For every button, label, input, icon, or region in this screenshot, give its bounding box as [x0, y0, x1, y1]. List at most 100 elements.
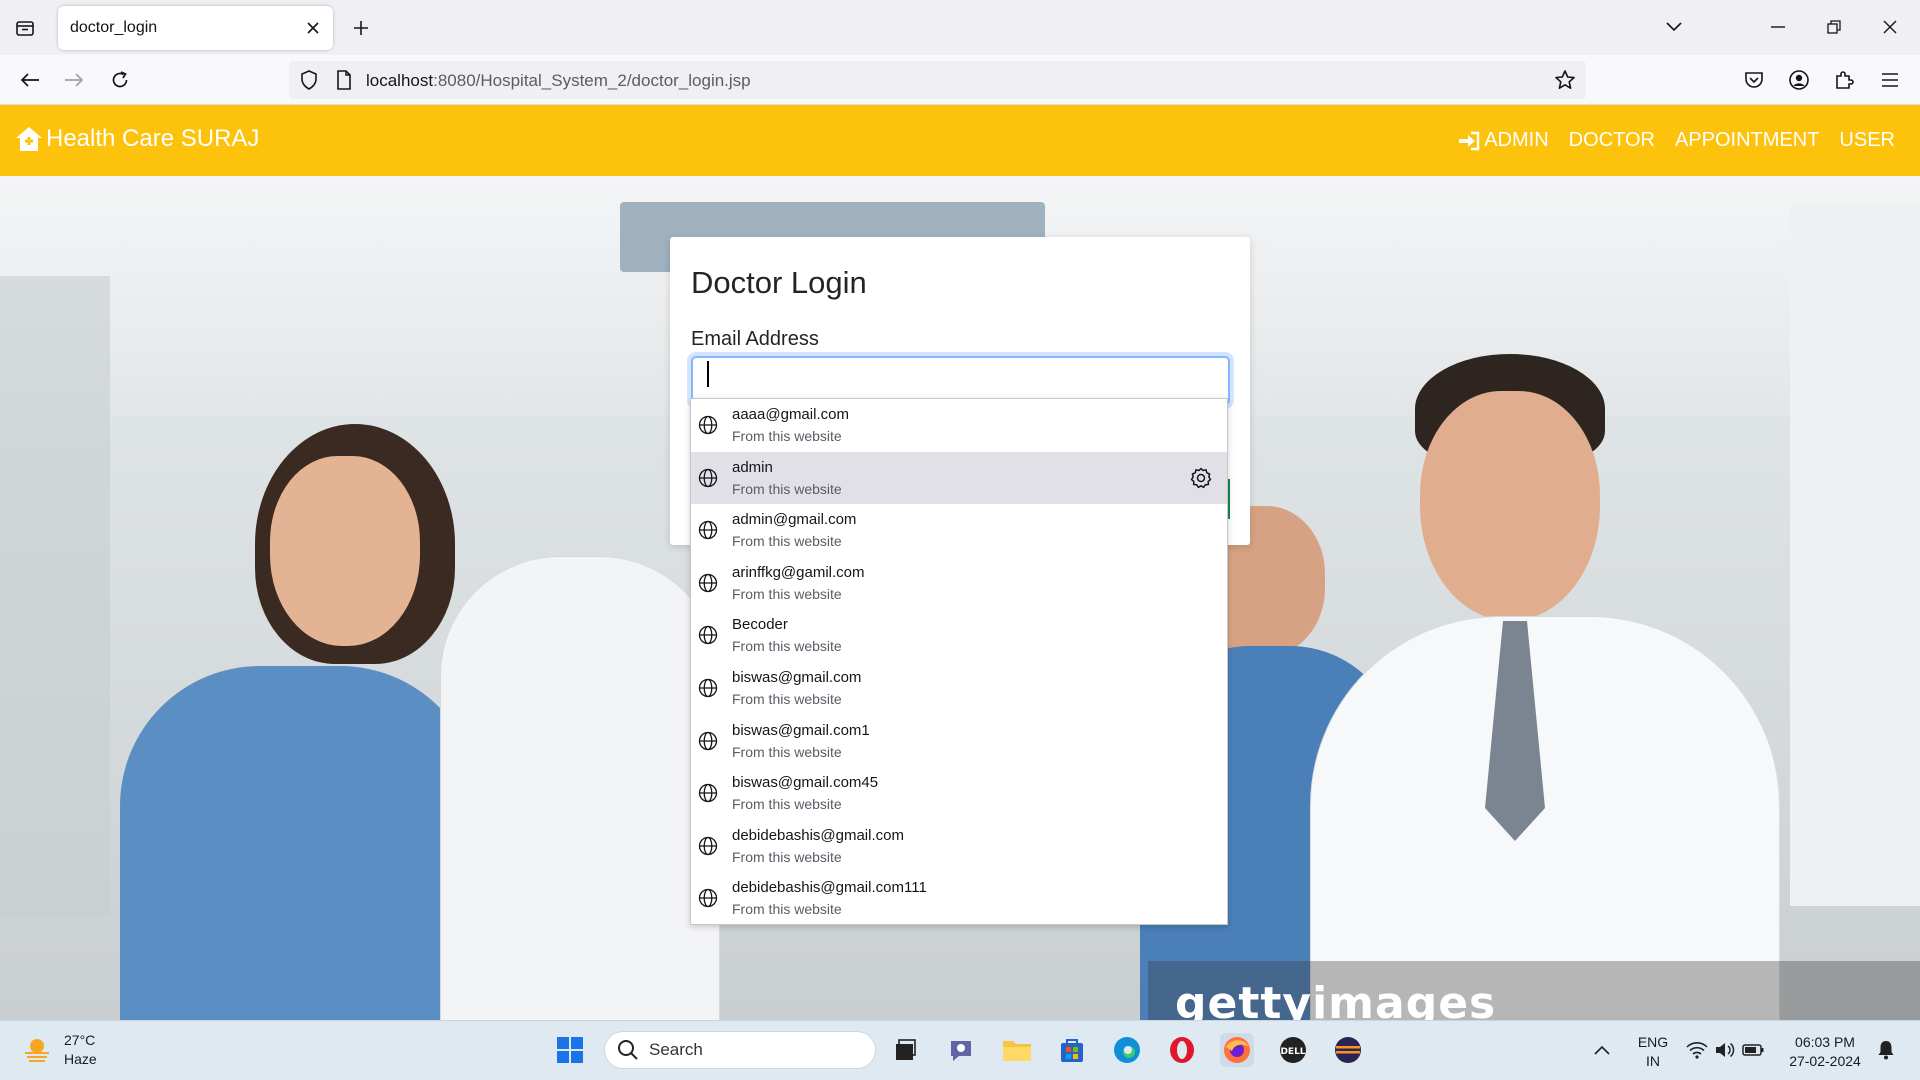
sign-in-icon — [1459, 131, 1480, 150]
haze-weather-icon — [25, 1039, 49, 1062]
taskbar-search[interactable]: Search — [604, 1031, 876, 1069]
autocomplete-source: From this website — [732, 690, 842, 707]
site-nav: ADMIN DOCTOR APPOINTMENT USER — [1458, 129, 1895, 152]
globe-icon — [698, 468, 718, 487]
notification-bell-icon[interactable] — [1869, 1033, 1903, 1067]
globe-icon — [698, 626, 718, 645]
close-tab-icon[interactable] — [301, 16, 325, 40]
system-tray[interactable] — [1680, 1033, 1770, 1067]
autocomplete-item[interactable]: debidebashis@gmail.com From this website — [691, 820, 1227, 873]
temperature: 27°C — [64, 1032, 96, 1048]
browser-tab[interactable]: doctor_login — [58, 6, 333, 50]
nav-admin-label: ADMIN — [1484, 129, 1549, 151]
language-indicator[interactable]: ENG IN — [1633, 1033, 1673, 1071]
autocomplete-value: aaaa@gmail.com — [732, 406, 849, 423]
language-code: ENG — [1637, 1034, 1669, 1050]
svg-text:DELL: DELL — [1280, 1047, 1305, 1057]
firefox-icon[interactable] — [1220, 1033, 1254, 1067]
shield-icon[interactable] — [297, 68, 321, 92]
brand-name: Health Care SURAJ — [46, 125, 260, 152]
nav-appointment[interactable]: APPOINTMENT — [1675, 129, 1819, 152]
autocomplete-item[interactable]: aaaa@gmail.com From this website — [691, 399, 1227, 452]
eclipse-ide-icon[interactable] — [1331, 1033, 1365, 1067]
task-view-icon[interactable] — [888, 1033, 922, 1067]
person-coat — [1310, 616, 1780, 1020]
globe-icon — [698, 836, 718, 855]
brand-link[interactable]: Health Care SURAJ — [14, 125, 259, 153]
autocomplete-item[interactable]: Becoder From this website — [691, 609, 1227, 662]
menu-icon[interactable] — [1874, 64, 1906, 96]
autocomplete-item[interactable]: biswas@gmail.com From this website — [691, 662, 1227, 715]
autocomplete-value: biswas@gmail.com1 — [732, 721, 870, 739]
page-content: Health Care SURAJ ADMIN DOCTOR APPOINTME… — [0, 105, 1920, 1020]
autocomplete-source: From this website — [732, 743, 842, 760]
login-title: Doctor Login — [691, 265, 867, 300]
account-icon[interactable] — [1783, 64, 1815, 96]
taskbar: 27°C Haze Search DELL ENG IN 06:03 PM 27… — [0, 1020, 1920, 1080]
edge-browser-icon[interactable] — [1110, 1033, 1144, 1067]
extensions-icon[interactable] — [1828, 64, 1860, 96]
autocomplete-item[interactable]: arinffkg@gamil.com From this website — [691, 557, 1227, 610]
url-path: :8080/Hospital_System_2/doctor_login.jsp — [433, 71, 751, 90]
right-window — [1790, 206, 1920, 906]
forward-icon[interactable] — [58, 64, 90, 96]
microsoft-store-icon[interactable] — [1055, 1033, 1089, 1067]
person-face — [1420, 391, 1600, 621]
autocomplete-item[interactable]: admin From this website — [691, 451, 1227, 505]
autocomplete-source: From this website — [732, 533, 842, 550]
region-code: IN — [1646, 1053, 1660, 1069]
clock-date: 27-02-2024 — [1789, 1053, 1861, 1069]
person-face — [270, 456, 420, 646]
globe-icon — [698, 784, 718, 803]
globe-icon — [698, 731, 718, 750]
chevron-down-icon[interactable] — [1658, 12, 1690, 42]
email-label: Email Address — [691, 328, 819, 350]
autocomplete-value: admin@gmail.com — [732, 511, 857, 529]
back-icon[interactable] — [14, 64, 46, 96]
autocomplete-item[interactable]: biswas@gmail.com1 From this website — [691, 715, 1227, 768]
left-wall — [0, 276, 110, 916]
search-label: Search — [649, 1040, 703, 1059]
gear-icon[interactable] — [1189, 466, 1213, 490]
weather-widget[interactable]: 27°C Haze — [22, 1031, 97, 1069]
globe-icon — [698, 415, 718, 435]
browser-tab-bar: doctor_login — [0, 0, 1920, 55]
reload-icon[interactable] — [104, 64, 136, 96]
bookmark-star-icon[interactable] — [1553, 68, 1577, 92]
chevron-up-icon[interactable] — [1585, 1033, 1619, 1067]
nav-user[interactable]: USER — [1839, 129, 1895, 152]
autocomplete-value: debidebashis@gmail.com111 — [732, 879, 927, 897]
autocomplete-item[interactable]: admin@gmail.com From this website — [691, 504, 1227, 557]
windows-start-icon[interactable] — [553, 1033, 587, 1067]
pocket-icon[interactable] — [1738, 64, 1770, 96]
autocomplete-source: From this website — [732, 428, 842, 444]
close-window-icon[interactable] — [1874, 12, 1906, 42]
search-icon — [618, 1040, 638, 1060]
restore-icon[interactable] — [1818, 12, 1850, 42]
clock[interactable]: 06:03 PM 27-02-2024 — [1782, 1033, 1868, 1071]
autocomplete-item[interactable]: biswas@gmail.com45 From this website — [691, 767, 1227, 820]
globe-icon — [698, 678, 718, 698]
autocomplete-value: arinffkg@gamil.com — [732, 563, 865, 581]
teams-chat-icon[interactable] — [944, 1033, 978, 1067]
autocomplete-value: Becoder — [732, 616, 788, 634]
new-tab-icon[interactable] — [346, 13, 376, 43]
autocomplete-value: admin — [732, 458, 773, 476]
address-bar[interactable]: localhost:8080/Hospital_System_2/doctor_… — [289, 61, 1586, 99]
autocomplete-item[interactable]: debidebashis@gmail.com111 From this websi… — [691, 872, 1227, 925]
minimize-icon[interactable] — [1762, 12, 1794, 42]
tab-list-icon[interactable] — [10, 14, 40, 42]
nav-doctor[interactable]: DOCTOR — [1569, 129, 1655, 152]
text-caret — [707, 361, 709, 387]
autocomplete-value: biswas@gmail.com45 — [732, 774, 879, 792]
page-icon[interactable] — [332, 68, 356, 92]
url-host: localhost — [366, 71, 434, 90]
nav-admin[interactable]: ADMIN — [1458, 129, 1549, 152]
autocomplete-value: debidebashis@gmail.com — [732, 826, 904, 844]
opera-browser-icon[interactable] — [1165, 1033, 1199, 1067]
watermark-text: gettyimages — [1175, 978, 1497, 1020]
url-text[interactable]: localhost:8080/Hospital_System_2/doctor_… — [366, 71, 751, 91]
file-explorer-icon[interactable] — [1000, 1033, 1034, 1067]
autocomplete-dropdown: aaaa@gmail.com From this website admin From… — [690, 398, 1228, 925]
dell-icon[interactable]: DELL — [1276, 1033, 1310, 1067]
